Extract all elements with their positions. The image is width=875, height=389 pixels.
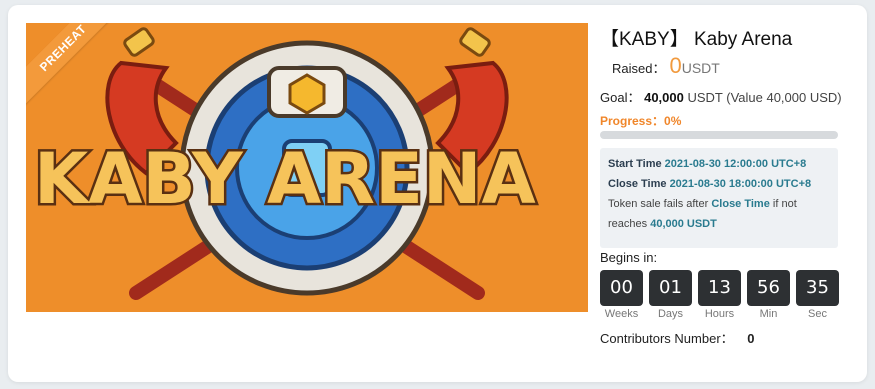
- kaby-arena-logo: KABY ARENA: [32, 27, 538, 300]
- contributors-row: Contributors Number： 0: [600, 328, 755, 347]
- sale-note-prefix: Token sale fails after: [608, 198, 709, 210]
- sale-time-box: Start Time 2021-08-30 12:00:00 UTC+8 Clo…: [600, 148, 838, 248]
- goal-amount: 40,000: [644, 90, 684, 105]
- start-time-label: Start Time: [608, 158, 662, 170]
- goal-label: Goal：: [600, 90, 641, 105]
- raised-value: 0: [669, 53, 682, 78]
- raised-row: Raised： 0 USDT: [612, 53, 720, 79]
- goal-detail: USDT (Value 40,000 USD): [687, 90, 842, 105]
- countdown-weeks: 00 Weeks: [600, 270, 643, 320]
- project-card: KABY ARENA PREHEAT 【KABY】 Kaby Arena Rai…: [8, 5, 867, 382]
- countdown-days: 01 Days: [649, 270, 692, 320]
- raised-unit: USDT: [681, 60, 720, 76]
- countdown-seconds: 35 Sec: [796, 270, 839, 320]
- project-name: Kaby Arena: [693, 29, 793, 50]
- contributors-label: Contributors Number：: [600, 331, 734, 346]
- sale-note-amount: 40,000 USDT: [650, 218, 717, 230]
- close-time-row: Close Time 2021-08-30 18:00:00 UTC+8: [608, 174, 830, 194]
- countdown-days-label: Days: [657, 308, 684, 320]
- countdown-hours: 13 Hours: [698, 270, 741, 320]
- countdown-hours-value: 13: [698, 270, 741, 306]
- countdown-weeks-value: 00: [600, 270, 643, 306]
- start-time-row: Start Time 2021-08-30 12:00:00 UTC+8: [608, 154, 830, 174]
- close-time-label: Close Time: [608, 178, 667, 190]
- start-time-value: 2021-08-30 12:00:00 UTC+8: [664, 158, 807, 170]
- sale-note-close: Close Time: [711, 198, 770, 210]
- contributors-value: 0: [747, 331, 755, 346]
- project-info: 【KABY】 Kaby Arena Raised： 0 USDT Goal： 4…: [600, 5, 860, 382]
- close-time-value: 2021-08-30 18:00:00 UTC+8: [669, 178, 812, 190]
- svg-text:KABY ARENA: KABY ARENA: [34, 138, 536, 220]
- countdown-minutes: 56 Min: [747, 270, 790, 320]
- countdown-hours-label: Hours: [704, 308, 735, 320]
- begins-label: Begins in:: [600, 250, 658, 265]
- raised-label: Raised：: [612, 61, 666, 76]
- sale-note: Token sale fails after Close Time if not…: [608, 194, 830, 234]
- countdown-weeks-label: Weeks: [604, 308, 639, 320]
- token-symbol: 【KABY】: [600, 29, 689, 50]
- countdown-days-value: 01: [649, 270, 692, 306]
- goal-row: Goal： 40,000 USDT (Value 40,000 USD): [600, 87, 842, 106]
- countdown-seconds-value: 35: [796, 270, 839, 306]
- countdown-timer: 00 Weeks 01 Days 13 Hours 56 Min 35 Sec: [600, 270, 839, 320]
- countdown-seconds-label: Sec: [808, 308, 827, 320]
- project-banner[interactable]: KABY ARENA PREHEAT: [26, 23, 588, 312]
- countdown-minutes-value: 56: [747, 270, 790, 306]
- countdown-minutes-label: Min: [759, 308, 778, 320]
- progress-bar: [600, 131, 838, 139]
- progress-label: Progress：0%: [600, 114, 682, 128]
- project-title[interactable]: 【KABY】 Kaby Arena: [600, 24, 792, 51]
